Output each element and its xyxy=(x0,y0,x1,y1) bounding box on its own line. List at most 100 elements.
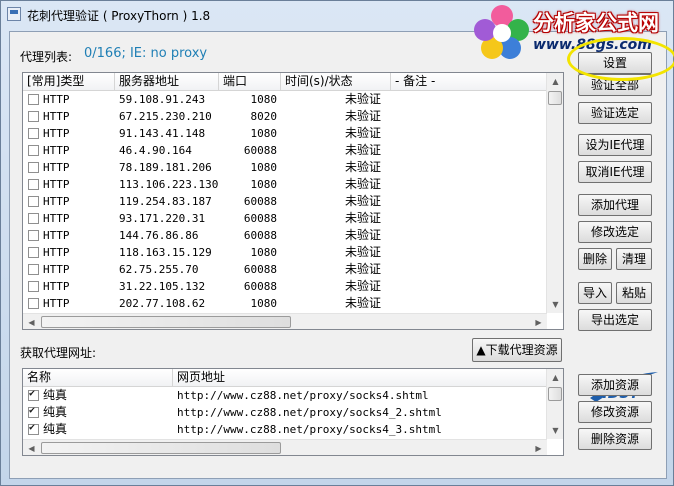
download-resources-button[interactable]: ▲下载代理资源 xyxy=(472,338,562,362)
row-checkbox[interactable] xyxy=(28,230,39,241)
client-area: 代理列表: 0/166; IE: no proxy [常用]类型 服务器地址 端… xyxy=(9,31,667,479)
row-checkbox[interactable] xyxy=(28,128,39,139)
scroll-left-icon[interactable]: ◀ xyxy=(23,440,40,455)
row-type: HTTP xyxy=(43,263,70,276)
row-address: 113.106.223.130 xyxy=(119,178,219,191)
scroll-up-icon[interactable]: ▲ xyxy=(547,73,563,90)
scroll-thumb[interactable] xyxy=(548,91,562,105)
row-checkbox[interactable] xyxy=(28,196,39,207)
row-checkbox[interactable] xyxy=(28,179,39,190)
list-item[interactable]: 纯真 http://www.cz88.net/proxy/socks4_2.sht… xyxy=(23,404,547,421)
row-port: 1080 xyxy=(250,127,278,140)
table-row[interactable]: HTTP 93.171.220.31 60088 未验证 xyxy=(23,210,547,227)
row-address: 59.108.91.243 xyxy=(119,93,206,106)
proxy-list-header: [常用]类型 服务器地址 端口 时间(s)/状态 - 备注 - xyxy=(23,73,547,91)
scroll-right-icon[interactable]: ▶ xyxy=(530,440,547,455)
row-checkbox[interactable] xyxy=(28,111,39,122)
cancel-ie-proxy-button[interactable]: 取消IE代理 xyxy=(578,161,652,183)
scroll-left-icon[interactable]: ◀ xyxy=(23,314,40,329)
table-row[interactable]: HTTP 113.106.223.130 1080 未验证 xyxy=(23,176,547,193)
flower-logo-icon xyxy=(474,5,529,59)
scroll-thumb[interactable] xyxy=(548,387,562,401)
row-address: 78.189.181.206 xyxy=(119,161,212,174)
source-hscrollbar[interactable]: ◀ ▶ xyxy=(23,439,547,455)
row-address: 91.143.41.148 xyxy=(119,127,206,140)
table-row[interactable]: HTTP 46.4.90.164 60088 未验证 xyxy=(23,142,547,159)
row-checkbox[interactable] xyxy=(28,162,39,173)
source-checkbox[interactable] xyxy=(28,388,39,401)
clear-button[interactable]: 清理 xyxy=(616,248,652,270)
scroll-down-icon[interactable]: ▼ xyxy=(547,296,563,313)
source-url: http://www.cz88.net/proxy/socks4_3.shtml xyxy=(177,423,442,436)
proxy-list[interactable]: [常用]类型 服务器地址 端口 时间(s)/状态 - 备注 - HTTP 59.1… xyxy=(22,72,564,330)
col-address[interactable]: 服务器地址 xyxy=(115,73,219,90)
source-url: http://www.cz88.net/proxy/socks4_2.shtml xyxy=(177,406,442,419)
paste-button[interactable]: 粘贴 xyxy=(616,282,652,304)
row-status: 未验证 xyxy=(344,262,381,276)
table-row[interactable]: HTTP 119.254.83.187 60088 未验证 xyxy=(23,193,547,210)
row-status: 未验证 xyxy=(344,92,381,106)
source-name: 纯真 xyxy=(43,388,68,402)
row-checkbox[interactable] xyxy=(28,298,39,309)
row-checkbox[interactable] xyxy=(28,213,39,224)
row-checkbox[interactable] xyxy=(28,281,39,292)
table-row[interactable]: HTTP 91.143.41.148 1080 未验证 xyxy=(23,125,547,142)
proxy-list-label: 代理列表: xyxy=(20,50,73,64)
row-address: 119.254.83.187 xyxy=(119,195,212,208)
import-button[interactable]: 导入 xyxy=(578,282,612,304)
row-checkbox[interactable] xyxy=(28,145,39,156)
delete-proxy-button[interactable]: 删除 xyxy=(578,248,612,270)
row-status: 未验证 xyxy=(344,143,381,157)
add-resource-button[interactable]: 添加资源 xyxy=(578,374,652,396)
list-item[interactable]: 纯真 http://www.cz88.net/proxy/socks4_3.sht… xyxy=(23,421,547,438)
col-port[interactable]: 端口 xyxy=(219,73,281,90)
delete-resource-button[interactable]: 删除资源 xyxy=(578,428,652,450)
row-address: 118.163.15.129 xyxy=(119,246,212,259)
verify-selected-button[interactable]: 验证选定 xyxy=(578,102,652,124)
proxy-vscrollbar[interactable]: ▲ ▼ xyxy=(546,73,563,313)
source-vscrollbar[interactable]: ▲ ▼ xyxy=(546,369,563,439)
row-address: 46.4.90.164 xyxy=(119,144,192,157)
row-type: HTTP xyxy=(43,127,70,140)
add-proxy-button[interactable]: 添加代理 xyxy=(578,194,652,216)
table-row[interactable]: HTTP 144.76.86.86 60088 未验证 xyxy=(23,227,547,244)
hscroll-thumb[interactable] xyxy=(41,442,281,454)
source-checkbox[interactable] xyxy=(28,405,39,418)
proxy-status-text: 0/166; IE: no proxy xyxy=(84,46,208,61)
row-port: 8020 xyxy=(250,110,278,123)
scroll-right-icon[interactable]: ▶ xyxy=(530,314,547,329)
set-ie-proxy-button[interactable]: 设为IE代理 xyxy=(578,134,652,156)
col-url[interactable]: 网页地址 xyxy=(173,369,547,386)
table-row[interactable]: HTTP 59.108.91.243 1080 未验证 xyxy=(23,91,547,108)
proxy-hscrollbar[interactable]: ◀ ▶ xyxy=(23,313,547,329)
row-address: 93.171.220.31 xyxy=(119,212,206,225)
table-row[interactable]: HTTP 118.163.15.129 1080 未验证 xyxy=(23,244,547,261)
row-type: HTTP xyxy=(43,195,70,208)
table-row[interactable]: HTTP 202.77.108.62 1080 未验证 xyxy=(23,295,547,312)
list-item[interactable]: 纯真 http://www.cz88.net/proxy/socks4.shtml xyxy=(23,387,547,404)
col-type[interactable]: [常用]类型 xyxy=(23,73,115,90)
row-type: HTTP xyxy=(43,110,70,123)
edit-selected-button[interactable]: 修改选定 xyxy=(578,221,652,243)
row-checkbox[interactable] xyxy=(28,94,39,105)
col-note[interactable]: - 备注 - xyxy=(391,73,547,90)
source-checkbox[interactable] xyxy=(28,422,39,435)
table-row[interactable]: HTTP 31.22.105.132 60088 未验证 xyxy=(23,278,547,295)
col-name[interactable]: 名称 xyxy=(23,369,173,386)
row-checkbox[interactable] xyxy=(28,264,39,275)
table-row[interactable]: HTTP 67.215.230.210 8020 未验证 xyxy=(23,108,547,125)
row-port: 60088 xyxy=(243,212,277,225)
scroll-down-icon[interactable]: ▼ xyxy=(547,422,563,439)
row-port: 1080 xyxy=(250,246,278,259)
row-checkbox[interactable] xyxy=(28,247,39,258)
hscroll-thumb[interactable] xyxy=(41,316,291,328)
col-status[interactable]: 时间(s)/状态 xyxy=(281,73,391,90)
row-type: HTTP xyxy=(43,178,70,191)
source-list[interactable]: 名称 网页地址 纯真 http://www.cz88.net/proxy/sock… xyxy=(22,368,564,456)
table-row[interactable]: HTTP 78.189.181.206 1080 未验证 xyxy=(23,159,547,176)
table-row[interactable]: HTTP 62.75.255.70 60088 未验证 xyxy=(23,261,547,278)
row-type: HTTP xyxy=(43,144,70,157)
scroll-up-icon[interactable]: ▲ xyxy=(547,369,563,386)
export-selected-button[interactable]: 导出选定 xyxy=(578,309,652,331)
edit-resource-button[interactable]: 修改资源 xyxy=(578,401,652,423)
